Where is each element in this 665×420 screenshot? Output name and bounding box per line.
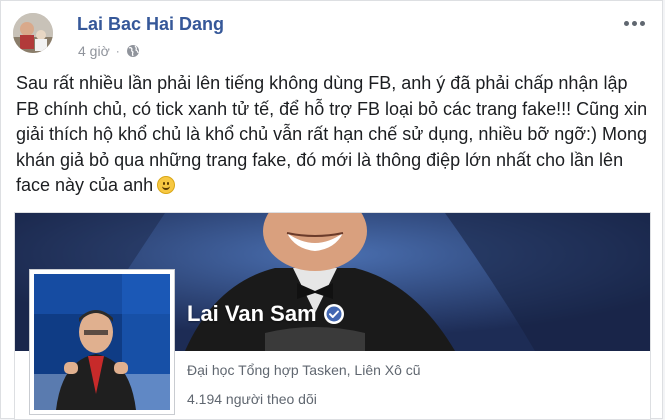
verified-badge-icon xyxy=(323,304,344,324)
meta-separator: · xyxy=(115,44,120,58)
more-options-icon[interactable] xyxy=(624,19,648,27)
page-profile-picture[interactable] xyxy=(29,269,175,415)
page-name-text[interactable]: Lai Van Sam xyxy=(187,301,317,327)
facebook-post: Lai Bac Hai Dang 4 giờ · Sau rất nhiều l… xyxy=(0,0,663,420)
post-text: Sau rất nhiều lần phải lên tiếng không d… xyxy=(16,71,651,199)
page-followers: 4.194 người theo dõi xyxy=(187,391,317,407)
post-text-content: Sau rất nhiều lần phải lên tiếng không d… xyxy=(16,73,648,196)
globe-icon[interactable] xyxy=(126,44,140,58)
smile-emoji-icon xyxy=(157,176,176,195)
post-meta: 4 giờ · xyxy=(78,43,140,59)
post-time[interactable]: 4 giờ xyxy=(78,43,110,59)
author-avatar[interactable] xyxy=(13,13,53,53)
author-name[interactable]: Lai Bac Hai Dang xyxy=(77,14,224,35)
page-name[interactable]: Lai Van Sam xyxy=(187,301,344,327)
shared-page-card[interactable]: Lai Van Sam Đại học Tổng hợp Tasken, Liê… xyxy=(14,212,651,420)
page-info: Đại học Tổng hợp Tasken, Liên Xô cũ xyxy=(187,362,421,378)
